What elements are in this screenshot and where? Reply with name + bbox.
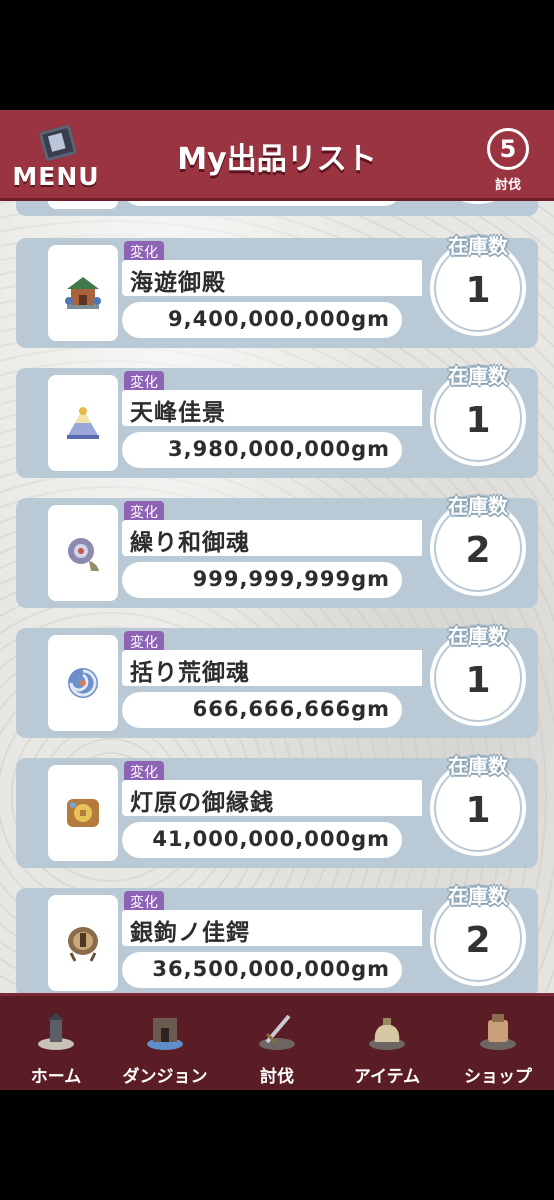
stock-label: 在庫数 (448, 624, 508, 648)
item-name: 海遊御殿 (130, 270, 226, 296)
item-price: 9,400,000,000gm (168, 307, 390, 331)
nav-shop[interactable]: ショップ (448, 996, 548, 1090)
item-name: 天峰佳景 (130, 400, 226, 426)
item-thumbnail (48, 375, 118, 471)
stock-count: 1 (465, 790, 491, 831)
subjugation-count-button[interactable]: 5 討伐 (484, 128, 532, 194)
listing-card[interactable]: 変化 海遊御殿 9,400,000,000gm 在庫数 1 (16, 234, 538, 348)
nav-home[interactable]: ホーム (6, 996, 106, 1090)
item-name-box: 銀鉤ノ佳鍔 (122, 910, 422, 946)
item-name-box: 天峰佳景 (122, 390, 422, 426)
home-icon (38, 1012, 74, 1050)
listing-list[interactable]: 変化 海遊御殿 9,400,000,000gm 在庫数 1 変化 天峰佳景 3,… (0, 198, 554, 993)
nav-subjugation-label: 討伐 (260, 1067, 294, 1087)
bottom-nav: ホーム ダンジョン 討伐 アイテム ショップ (0, 993, 554, 1090)
price-box: 999,999,999gm (122, 562, 402, 598)
nav-shop-label: ショップ (464, 1067, 532, 1087)
nav-home-label: ホーム (30, 1067, 82, 1087)
price-box: 36,500,000,000gm (122, 952, 402, 988)
price-box: 41,000,000,000gm (122, 822, 402, 858)
item-price: 666,666,666gm (192, 697, 390, 721)
menu-button[interactable]: MENU (10, 124, 102, 194)
page-title: My出品リスト (177, 142, 377, 177)
stock-label: 在庫数 (448, 234, 508, 258)
tsuba-icon (68, 927, 98, 962)
stock-count: 1 (465, 270, 491, 311)
item-price: 41,000,000,000gm (152, 827, 390, 851)
item-thumbnail (48, 765, 118, 861)
coin-icon (67, 799, 99, 827)
item-name: 繰り和御魂 (130, 530, 250, 556)
shop-bag-icon (480, 1014, 516, 1050)
header-bar: MENU My出品リスト 5 討伐 (0, 110, 554, 201)
listing-card[interactable]: 変化 括り荒御魂 666,666,666gm 在庫数 1 (16, 624, 538, 738)
nav-dungeon-label: ダンジョン (122, 1067, 208, 1087)
stock-count: 1 (465, 660, 491, 701)
stock-count: 1 (465, 400, 491, 441)
menu-label: MENU (12, 162, 100, 191)
item-thumbnail (48, 245, 118, 341)
item-name: 灯原の御縁銭 (130, 790, 274, 816)
sword-icon (259, 1014, 295, 1050)
nav-items[interactable]: アイテム (337, 996, 437, 1090)
swirl-orb-icon (68, 668, 98, 698)
menu-book-icon (38, 124, 78, 162)
listing-card[interactable]: 変化 灯原の御縁銭 41,000,000,000gm 在庫数 1 (16, 754, 538, 868)
item-price: 36,500,000,000gm (152, 957, 390, 981)
price-box: 9,400,000,000gm (122, 302, 402, 338)
stock-count: 2 (465, 920, 491, 961)
item-bag-icon (369, 1018, 405, 1050)
item-price: 999,999,999gm (192, 567, 390, 591)
nav-dungeon[interactable]: ダンジョン (115, 996, 215, 1090)
item-thumbnail (48, 895, 118, 991)
stock-label: 在庫数 (448, 754, 508, 778)
listing-card[interactable]: 変化 繰り和御魂 999,999,999gm 在庫数 2 (16, 494, 538, 608)
stock-label: 在庫数 (448, 884, 508, 908)
subjugation-count-label: 討伐 (494, 178, 521, 193)
item-name: 銀鉤ノ佳鍔 (130, 920, 250, 946)
price-box: 666,666,666gm (122, 692, 402, 728)
dungeon-icon (147, 1018, 183, 1050)
stock-count: 2 (465, 530, 491, 571)
item-name-box: 海遊御殿 (122, 260, 422, 296)
mountain-icon (67, 407, 99, 439)
subjugation-count: 5 (487, 128, 529, 170)
nav-items-label: アイテム (353, 1067, 421, 1087)
item-thumbnail (48, 505, 118, 601)
item-thumbnail (48, 635, 118, 731)
stock-label: 在庫数 (448, 494, 508, 518)
item-name: 括り荒御魂 (130, 660, 250, 686)
nav-subjugation[interactable]: 討伐 (227, 996, 327, 1090)
price-box: 3,980,000,000gm (122, 432, 402, 468)
app-screen: MENU My出品リスト 5 討伐 変化 海遊御殿 9,400,000,000g… (0, 110, 554, 1090)
stock-label: 在庫数 (448, 364, 508, 388)
item-name-box: 括り荒御魂 (122, 650, 422, 686)
listing-card[interactable]: 変化 銀鉤ノ佳鍔 36,500,000,000gm 在庫数 2 (16, 884, 538, 993)
spirit-orb-icon (68, 538, 99, 571)
item-name-box: 灯原の御縁銭 (122, 780, 422, 816)
item-price: 3,980,000,000gm (168, 437, 390, 461)
shrine-icon (65, 277, 101, 309)
listing-card[interactable]: 変化 天峰佳景 3,980,000,000gm 在庫数 1 (16, 364, 538, 478)
item-name-box: 繰り和御魂 (122, 520, 422, 556)
